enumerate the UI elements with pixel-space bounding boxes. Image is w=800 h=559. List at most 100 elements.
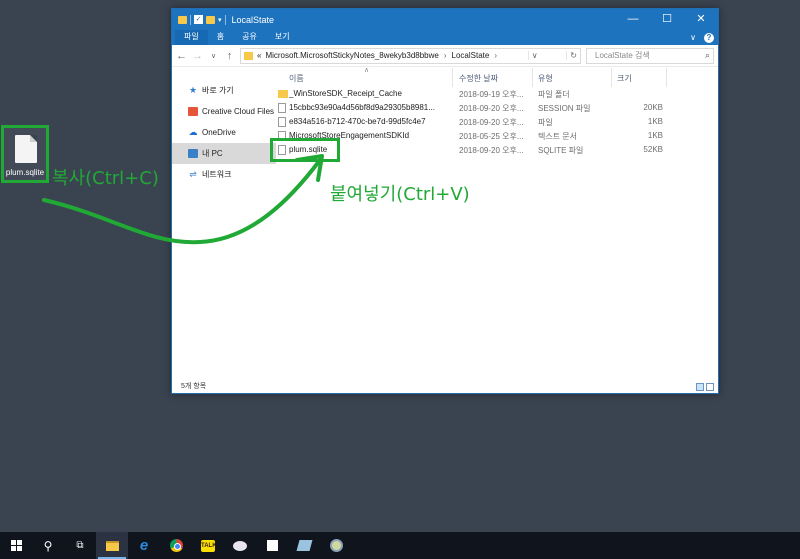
- address-dropdown-icon[interactable]: ∨: [527, 51, 541, 60]
- file-row[interactable]: 15cbbc93e90a4d56bf8d9a29305b8981... 2018…: [276, 101, 718, 115]
- sidebar-item-onedrive[interactable]: ☁ OneDrive: [172, 122, 276, 143]
- ie-icon: e: [139, 537, 149, 554]
- file-size: 20KB: [643, 103, 663, 112]
- folder-icon: [244, 51, 253, 60]
- column-divider: [532, 68, 533, 87]
- sidebar-item-this-pc[interactable]: 내 PC: [172, 143, 276, 164]
- tab-home[interactable]: 홈: [208, 30, 233, 45]
- column-headers: ∧ 이름 수정한 날짜 유형 크기: [276, 67, 718, 87]
- up-arrow-icon[interactable]: ↑: [224, 50, 235, 62]
- start-button[interactable]: [0, 532, 32, 559]
- breadcrumb-segment[interactable]: LocalState: [452, 51, 490, 60]
- refresh-icon[interactable]: ↻: [566, 51, 580, 60]
- customize-dropdown-icon[interactable]: ▾: [218, 16, 222, 24]
- sidebar-item-label: OneDrive: [202, 128, 236, 137]
- column-type[interactable]: 유형: [538, 73, 553, 84]
- search-box[interactable]: LocalState 검색 ⌕: [586, 47, 714, 64]
- status-bar: 5개 항목: [172, 380, 718, 393]
- address-bar[interactable]: « Microsoft.MicrosoftStickyNotes_8wekyb3…: [240, 47, 581, 64]
- back-arrow-icon[interactable]: ←: [176, 50, 187, 62]
- file-size: 1KB: [647, 117, 663, 126]
- chrome-logo-icon: [169, 539, 183, 552]
- maximize-button[interactable]: ☐: [650, 9, 684, 30]
- breadcrumb-segment[interactable]: Microsoft.MicrosoftStickyNotes_8wekyb3d8…: [265, 51, 438, 60]
- file-explorer-icon[interactable]: [96, 532, 128, 559]
- folder-icon: [278, 90, 288, 98]
- tab-share[interactable]: 공유: [233, 30, 266, 45]
- window-title: LocalState: [231, 14, 275, 25]
- desktop-file-label: plum.sqlite: [5, 168, 45, 177]
- pc-icon: [188, 149, 198, 158]
- tab-file[interactable]: 파일: [175, 30, 208, 45]
- desktop-file-plum-sqlite[interactable]: plum.sqlite: [1, 125, 49, 183]
- divider: [224, 14, 226, 25]
- sidebar-item-label: 바로 가기: [202, 86, 234, 95]
- column-divider: [452, 68, 453, 87]
- taskbar: ⚲ ⧉ e TALK: [0, 532, 800, 559]
- search-icon[interactable]: ⚲: [32, 532, 64, 559]
- column-modified[interactable]: 수정한 날짜: [459, 73, 498, 84]
- onedrive-icon: ☁: [188, 127, 198, 137]
- paint-palette-icon: [233, 540, 247, 551]
- window-body: ★ 바로 가기 Creative Cloud Files ☁ OneDrive …: [172, 67, 718, 380]
- details-view-icon[interactable]: [696, 383, 704, 391]
- breadcrumb-chevron-icon[interactable]: ›: [494, 51, 497, 60]
- chrome-icon[interactable]: [160, 532, 192, 559]
- task-view-icon[interactable]: ⧉: [64, 532, 96, 559]
- kakaotalk-logo-icon: TALK: [201, 539, 217, 552]
- windows-logo-icon: [10, 540, 22, 551]
- file-row[interactable]: _WinStoreSDK_Receipt_Cache 2018-09-19 오후…: [276, 87, 718, 101]
- creative-cloud-icon: [188, 107, 198, 116]
- file-type: 파일 폴더: [538, 90, 570, 99]
- file-type: 텍스트 문서: [538, 132, 578, 141]
- edge-icon[interactable]: e: [128, 532, 160, 559]
- close-button[interactable]: ✕: [684, 9, 718, 30]
- forward-arrow-icon[interactable]: →: [192, 50, 203, 62]
- sidebar-item-quick-access[interactable]: ★ 바로 가기: [172, 80, 276, 101]
- paste-annotation: 붙여넣기(Ctrl+V): [330, 184, 470, 205]
- column-divider: [611, 68, 612, 87]
- file-modified: 2018-09-19 오후...: [459, 90, 524, 99]
- breadcrumb-chevron-icon[interactable]: ›: [444, 51, 447, 60]
- file-name: e834a516-b712-470c-be7d-99d5fc4e7: [289, 117, 426, 126]
- file-icon: [278, 103, 286, 113]
- title-bar[interactable]: ✓ ▾ LocalState — ☐ ✕: [172, 9, 718, 30]
- file-size: 52KB: [643, 145, 663, 154]
- file-row[interactable]: e834a516-b712-470c-be7d-99d5fc4e7 2018-0…: [276, 115, 718, 129]
- minimize-button[interactable]: —: [616, 9, 650, 30]
- sidebar-item-network[interactable]: ⇌ 네트워크: [172, 164, 276, 185]
- file-modified: 2018-09-20 오후...: [459, 104, 524, 113]
- folder-icon: [178, 15, 187, 24]
- file-type: SESSION 파일: [538, 104, 591, 113]
- column-name[interactable]: 이름: [289, 73, 304, 84]
- app-icon[interactable]: [320, 532, 352, 559]
- file-modified: 2018-09-20 오후...: [459, 146, 524, 155]
- file-row-plum-sqlite[interactable]: plum.sqlite 2018-09-20 오후... SQLITE 파일 5…: [270, 138, 718, 162]
- file-icon: [278, 145, 286, 155]
- file-name: _WinStoreSDK_Receipt_Cache: [289, 89, 402, 98]
- navigation-pane: ★ 바로 가기 Creative Cloud Files ☁ OneDrive …: [172, 68, 276, 380]
- new-folder-icon[interactable]: [206, 15, 215, 24]
- sidebar-item-creative-cloud[interactable]: Creative Cloud Files: [172, 101, 276, 122]
- book-shape-icon: [296, 540, 312, 551]
- file-modified: 2018-05-25 오후...: [459, 132, 524, 141]
- address-overflow[interactable]: «: [257, 51, 261, 60]
- column-divider: [666, 68, 667, 87]
- ribbon-expand-icon[interactable]: ∨: [690, 33, 696, 42]
- kakaotalk-icon[interactable]: TALK: [192, 532, 224, 559]
- help-icon[interactable]: ?: [704, 32, 714, 43]
- note-icon: [266, 540, 278, 551]
- sticky-notes-icon[interactable]: [256, 532, 288, 559]
- copy-annotation: 복사(Ctrl+C): [52, 168, 159, 189]
- column-size[interactable]: 크기: [617, 73, 632, 84]
- properties-icon[interactable]: ✓: [194, 15, 203, 24]
- paint-icon[interactable]: [224, 532, 256, 559]
- divider: [190, 14, 191, 25]
- file-icon: [278, 117, 286, 127]
- recent-dropdown-icon[interactable]: ∨: [208, 52, 219, 60]
- file-row[interactable]: MicrosoftStoreEngagementSDKId 2018-05-25…: [276, 129, 718, 143]
- tab-view[interactable]: 보기: [266, 30, 299, 45]
- large-icons-view-icon[interactable]: [706, 383, 714, 391]
- book-icon[interactable]: [288, 532, 320, 559]
- sidebar-item-label: 네트워크: [202, 170, 232, 179]
